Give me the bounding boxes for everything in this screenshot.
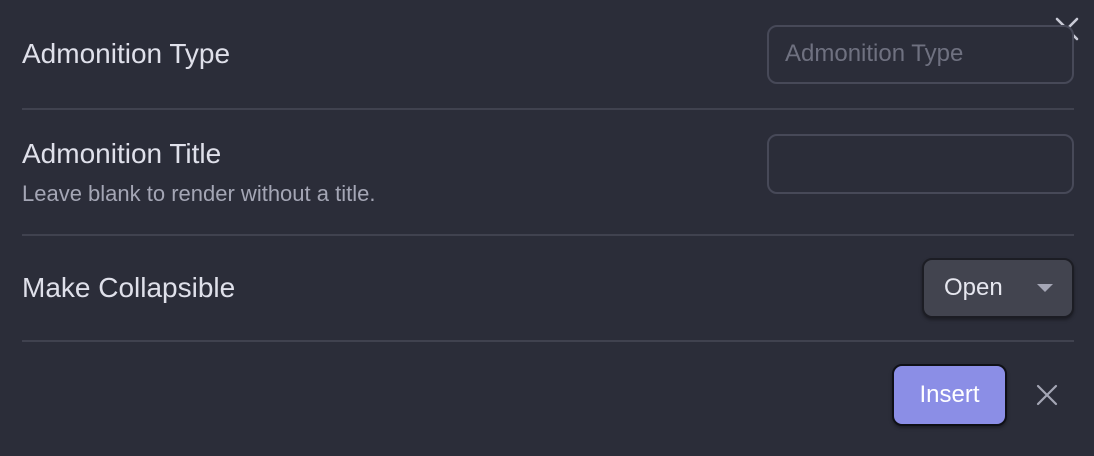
setting-name-admonition-type: Admonition Type — [22, 38, 231, 69]
setting-make-collapsible: Make Collapsible Open — [22, 236, 1074, 342]
admonition-title-input[interactable] — [767, 134, 1074, 194]
collapsible-dropdown[interactable]: Open — [922, 258, 1074, 318]
setting-description-admonition-title: Leave blank to render without a title. — [22, 181, 376, 206]
caret-down-icon — [1037, 284, 1053, 292]
setting-name-admonition-title: Admonition Title — [22, 138, 222, 169]
insert-admonition-modal: Admonition Type Admonition Title Leave b… — [0, 0, 1094, 456]
close-icon — [1036, 384, 1058, 406]
cancel-button[interactable] — [1032, 380, 1062, 410]
admonition-type-input[interactable] — [767, 24, 1074, 84]
modal-footer: Insert — [0, 342, 1094, 456]
setting-info: Admonition Title Leave blank to render w… — [22, 137, 375, 207]
setting-info: Admonition Type — [22, 37, 230, 71]
setting-admonition-type: Admonition Type — [22, 0, 1074, 110]
setting-admonition-title: Admonition Title Leave blank to render w… — [22, 110, 1074, 236]
dropdown-selected-value: Open — [944, 274, 1003, 301]
setting-name-make-collapsible: Make Collapsible — [22, 272, 236, 303]
setting-info: Make Collapsible — [22, 271, 235, 305]
insert-button[interactable]: Insert — [892, 364, 1007, 426]
